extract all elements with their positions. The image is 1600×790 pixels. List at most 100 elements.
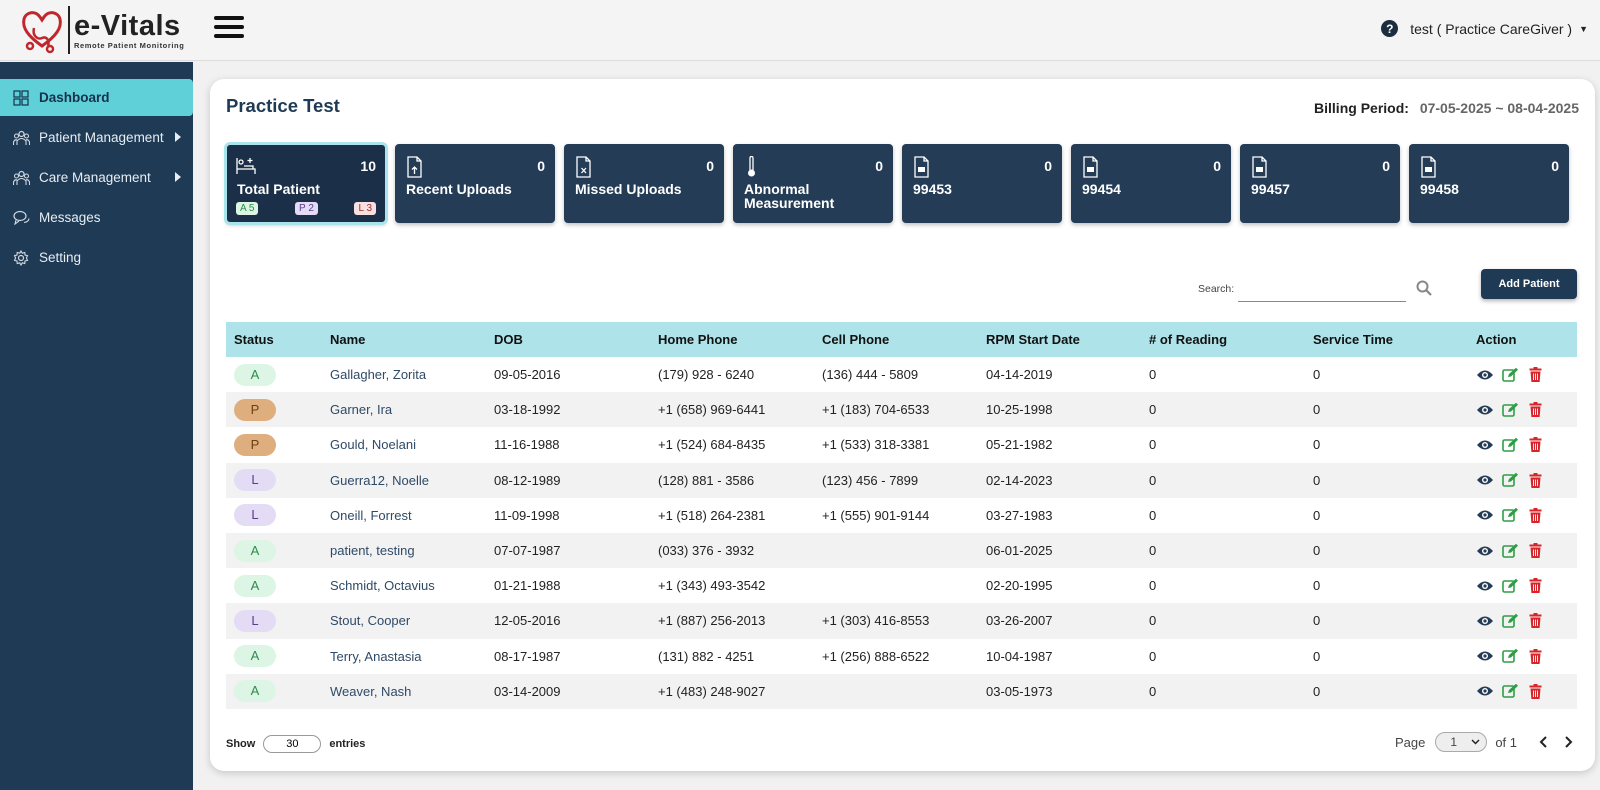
view-eye-icon[interactable] [1476, 472, 1494, 488]
patient-name[interactable]: Schmidt, Octavius [322, 568, 486, 603]
column-header[interactable]: Cell Phone [814, 322, 978, 357]
menu-toggle-icon[interactable] [214, 16, 244, 42]
cell-phone-cell: (123) 456 - 7899 [814, 462, 978, 498]
view-eye-icon[interactable] [1476, 367, 1494, 383]
delete-trash-icon[interactable] [1526, 543, 1544, 559]
dob-cell: 03-18-1992 [486, 392, 650, 428]
chevron-right-icon[interactable] [1561, 735, 1575, 749]
search-icon[interactable] [1416, 280, 1432, 296]
sidebar-item-patient-management[interactable]: Patient Management [0, 119, 193, 156]
column-header[interactable]: Home Phone [650, 322, 814, 357]
table-row[interactable]: L Stout, Cooper 12-05-2016 +1 (887) 256-201… [226, 603, 1577, 639]
app-logo[interactable]: e-Vitals Remote Patient Monitoring [18, 4, 184, 56]
patient-name[interactable]: Terry, Anastasia [322, 639, 486, 674]
patient-name[interactable]: Weaver, Nash [322, 673, 486, 709]
patient-name[interactable]: patient, testing [322, 532, 486, 569]
delete-trash-icon[interactable] [1526, 683, 1544, 699]
table-row[interactable]: P Gould, Noelani 11-16-1988 +1 (524) 684-84… [226, 427, 1577, 462]
column-header[interactable]: RPM Start Date [978, 322, 1141, 357]
edit-icon[interactable] [1501, 543, 1519, 559]
table-row[interactable]: P Garner, Ira 03-18-1992 +1 (658) 969-6441 +… [226, 392, 1577, 428]
help-icon[interactable]: ? [1381, 20, 1399, 37]
view-eye-icon[interactable] [1476, 578, 1494, 594]
rpm-start-date-cell: 10-25-1998 [978, 392, 1141, 428]
edit-icon[interactable] [1501, 472, 1519, 488]
delete-trash-icon[interactable] [1526, 402, 1544, 418]
edit-icon[interactable] [1501, 613, 1519, 629]
tile-99454[interactable]: 0 99454 [1071, 144, 1231, 223]
dob-cell: 11-16-1988 [494, 437, 560, 453]
column-header[interactable]: Service Time [1305, 322, 1468, 357]
tile-abnormal-measurement[interactable]: 0 Abnormal Measurement [733, 144, 893, 223]
tile-99458[interactable]: 0 99458 [1409, 144, 1569, 223]
service-time-cell: 0 [1305, 603, 1468, 639]
tile-total-patient[interactable]: 10 Total Patient A 5 P 2 L 3 [224, 142, 388, 225]
table-row[interactable]: L Guerra12, Noelle 08-12-1989 (128) 881 - 3… [226, 462, 1577, 498]
table-row[interactable]: Apatient, testing 07-07-1987 (033) 376 - 3… [226, 532, 1577, 569]
user-menu[interactable]: ? test ( Practice CareGiver ) ▼ [1381, 20, 1588, 37]
delete-trash-icon[interactable] [1526, 613, 1544, 629]
sidebar-item-setting[interactable]: Setting [0, 239, 193, 276]
view-eye-icon[interactable] [1476, 613, 1494, 629]
delete-trash-icon[interactable] [1526, 578, 1544, 594]
column-header[interactable]: Name [322, 322, 486, 357]
sidebar-item-dashboard[interactable]: Dashboard [0, 79, 193, 116]
reading-count-cell: 0 [1141, 603, 1305, 639]
view-eye-icon[interactable] [1476, 648, 1494, 664]
delete-trash-icon[interactable] [1526, 437, 1544, 453]
view-eye-icon[interactable] [1476, 402, 1494, 418]
column-header[interactable]: DOB [486, 322, 650, 357]
edit-icon[interactable] [1501, 683, 1519, 699]
column-header[interactable]: # of Reading [1141, 322, 1305, 357]
pending-count-badge: P 2 [295, 202, 318, 215]
sidebar-item-care-management[interactable]: Care Management [0, 159, 193, 196]
view-eye-icon[interactable] [1476, 507, 1494, 523]
tile-recent-uploads[interactable]: 0 Recent Uploads [395, 144, 555, 223]
dob-cell: 12-05-2016 [486, 603, 650, 639]
tile-99453[interactable]: 0 99453 [902, 144, 1062, 223]
tile-99457[interactable]: 0 99457 [1240, 144, 1400, 223]
patient-name[interactable]: Garner, Ira [322, 392, 486, 428]
view-eye-icon[interactable] [1476, 437, 1494, 453]
delete-trash-icon[interactable] [1526, 507, 1544, 523]
column-header[interactable]: Status [226, 322, 322, 357]
patient-table: Status Name DOB Home Phone Cell Phone RP… [226, 322, 1577, 709]
delete-trash-icon[interactable] [1526, 367, 1544, 383]
delete-trash-icon[interactable] [1526, 648, 1544, 664]
view-eye-icon[interactable] [1476, 683, 1494, 699]
edit-icon[interactable] [1501, 507, 1519, 523]
table-row[interactable]: L Oneill, Forrest 11-09-1998 +1 (518) 264-2… [226, 498, 1577, 533]
page-select[interactable]: 1 [1435, 732, 1488, 752]
service-time-cell: 0 [1305, 392, 1468, 428]
edit-icon[interactable] [1501, 648, 1519, 664]
table-row[interactable]: A Schmidt, Octavius 01-21-1988 +1 (343) 493… [226, 568, 1577, 603]
edit-icon[interactable] [1501, 402, 1519, 418]
action-cell [1468, 392, 1577, 428]
patient-name[interactable]: Stout, Cooper [322, 603, 486, 639]
status-cell: L [226, 462, 322, 498]
sidebar-item-messages[interactable]: Messages [0, 199, 193, 236]
patient-name[interactable]: Gould, Noelani [322, 427, 486, 462]
delete-trash-icon[interactable] [1526, 472, 1544, 488]
edit-icon[interactable] [1501, 437, 1519, 453]
entries-input[interactable] [263, 735, 322, 753]
edit-icon[interactable] [1501, 367, 1519, 383]
table-row[interactable]: A Terry, Anastasia 08-17-1987 (131) 882 - 4… [226, 639, 1577, 674]
service-time-cell: 0 [1313, 578, 1321, 594]
billing-label: Billing Period: [1314, 100, 1409, 116]
home-phone-cell: +1 (524) 684-8435 [658, 437, 766, 453]
view-eye-icon[interactable] [1476, 543, 1494, 559]
tile-missed-uploads[interactable]: 0 Missed Uploads [564, 144, 724, 223]
chevron-left-icon[interactable] [1537, 735, 1551, 749]
search-input[interactable] [1238, 272, 1406, 302]
patient-name[interactable]: Oneill, Forrest [322, 498, 486, 533]
patient-name[interactable]: Gallagher, Zorita [322, 357, 486, 392]
add-patient-button[interactable]: Add Patient [1481, 269, 1577, 299]
edit-icon[interactable] [1501, 578, 1519, 594]
table-row[interactable]: A Weaver, Nash 03-14-2009 +1 (483) 248-9027… [226, 673, 1577, 709]
cell-phone-cell: +1 (533) 318-3381 [822, 437, 930, 453]
patient-name[interactable]: Guerra12, Noelle [322, 462, 486, 498]
rpm-start-date-cell: 04-14-2019 [986, 367, 1053, 383]
table-row[interactable]: A Gallagher, Zorita 09-05-2016 (179) 928 - … [226, 357, 1577, 392]
dob-cell: 11-09-1998 [494, 507, 560, 523]
